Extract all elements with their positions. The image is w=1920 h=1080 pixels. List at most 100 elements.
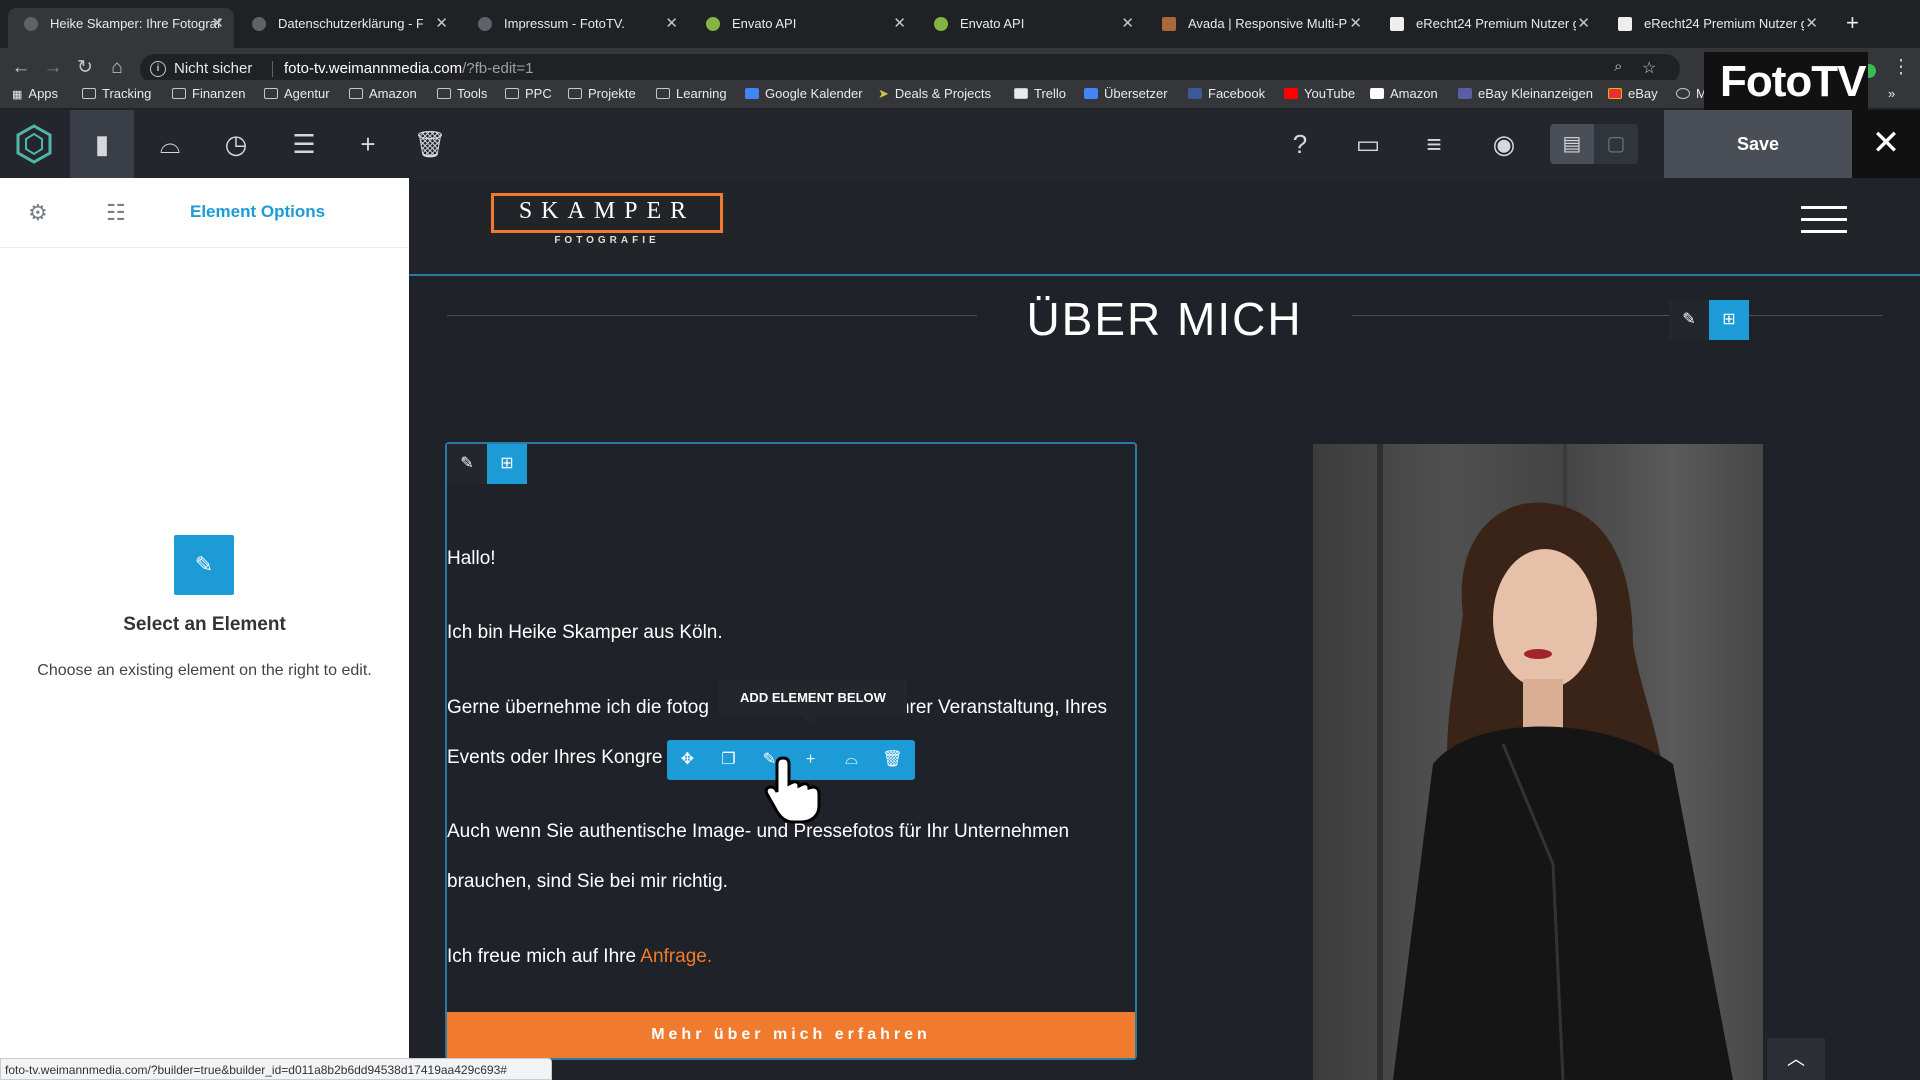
reload-icon[interactable]: ↻ <box>72 56 98 80</box>
amazon-icon <box>1370 88 1384 99</box>
bookmark-tools[interactable]: Tools <box>437 86 487 101</box>
tab-datenschutz[interactable]: Datenschutzerklärung - Foto✕ <box>236 8 458 48</box>
close-tab-icon[interactable]: ✕ <box>893 8 906 40</box>
tab-erecht24-1[interactable]: eRecht24 Premium Nutzer g ✕ <box>1374 8 1600 48</box>
zoom-icon[interactable]: ⌕ <box>1614 58 1622 75</box>
text-intro: Ich bin Heike Skamper aus Köln. <box>447 622 723 643</box>
forward-icon[interactable]: → <box>40 56 66 80</box>
bookmark-learning[interactable]: Learning <box>656 86 727 101</box>
home-icon[interactable]: ⌂ <box>104 56 130 80</box>
close-builder-icon[interactable]: ✕ <box>1852 110 1920 178</box>
add-icon[interactable]: + <box>338 110 398 178</box>
ebay-icon <box>1608 88 1622 99</box>
portrait-illustration <box>1377 444 1733 1080</box>
close-tab-icon[interactable]: ✕ <box>435 8 448 40</box>
clone-icon[interactable]: ❐ <box>708 740 749 780</box>
add-container-icon[interactable]: ⊞ <box>1709 300 1749 340</box>
tab-envato-api-2[interactable]: Envato API ✕ <box>918 8 1144 48</box>
bookmark-finanzen[interactable]: Finanzen <box>172 86 245 101</box>
bookmark-ebay[interactable]: eBay <box>1608 86 1658 101</box>
site-header: SKAMPER FOTOGRAFIE <box>409 178 1920 276</box>
builder-logo-icon[interactable] <box>4 110 64 178</box>
tab-erecht24-2[interactable]: eRecht24 Premium Nutzer g ✕ <box>1602 8 1828 48</box>
close-tab-icon[interactable]: ✕ <box>665 8 678 40</box>
envato-leaf-icon <box>706 17 720 31</box>
bookmarks-bar: ▦ Apps Tracking Finanzen Agentur Amazon T… <box>0 80 1920 108</box>
bookmark-tracking[interactable]: Tracking <box>82 86 151 101</box>
bookmark-youtube[interactable]: YouTube <box>1284 86 1355 101</box>
folder-icon <box>264 88 278 99</box>
settings-toggle-icon[interactable]: ☰ <box>274 110 334 178</box>
bookmark-ebay-kleinanzeigen[interactable]: eBay Kleinanzeigen <box>1458 86 1593 101</box>
tab-heike-skamper[interactable]: Heike Skamper: Ihre Fotograf ✕ <box>8 8 234 48</box>
more-bookmarks-icon[interactable]: » <box>1888 86 1895 101</box>
bookmark-ppc[interactable]: PPC <box>505 86 552 101</box>
close-tab-icon[interactable]: ✕ <box>1349 8 1362 40</box>
envato-leaf-icon <box>934 17 948 31</box>
scroll-to-top-icon[interactable]: ︿ <box>1767 1038 1825 1080</box>
about-more-button[interactable]: Mehr über mich erfahren <box>447 1012 1135 1058</box>
anfrage-link[interactable]: Anfrage. <box>640 946 712 967</box>
move-icon[interactable]: ✥ <box>667 740 708 780</box>
edit-column-pencil-icon[interactable]: ✎ <box>447 444 487 484</box>
history-icon[interactable]: ◷ <box>206 110 266 178</box>
security-label: Nicht sicher <box>174 60 253 77</box>
preview-eye-icon[interactable]: ◉ <box>1474 110 1534 178</box>
tab-envato-api-1[interactable]: Envato API ✕ <box>690 8 916 48</box>
save-button[interactable]: Save <box>1664 110 1852 178</box>
site-logo[interactable]: SKAMPER <box>491 193 723 233</box>
info-icon[interactable]: i <box>150 61 166 77</box>
folder-icon <box>505 88 519 99</box>
url-text: foto-tv.weimannmedia.com/?fb-edit=1 <box>284 60 534 77</box>
help-icon[interactable]: ? <box>1270 110 1330 178</box>
bookmark-agentur[interactable]: Agentur <box>264 86 330 101</box>
edit-row-pencil-icon[interactable]: ✎ <box>1669 300 1709 340</box>
text-greeting: Hallo! <box>447 548 496 569</box>
bookmark-facebook[interactable]: Facebook <box>1188 86 1265 101</box>
close-tab-icon[interactable]: ✕ <box>1577 8 1590 40</box>
close-tab-icon[interactable]: ✕ <box>211 8 224 40</box>
bookmark-star-icon[interactable]: ☆ <box>1642 58 1656 78</box>
tab-element-options[interactable]: Element Options <box>190 202 325 222</box>
back-icon[interactable]: ← <box>8 56 34 80</box>
gear-icon[interactable]: ⚙ <box>28 200 48 226</box>
select-element-title: Select an Element <box>123 614 286 635</box>
bookmark-google-kalender[interactable]: Google Kalender <box>745 86 863 101</box>
site-logo-subtitle: FOTOGRAFIE <box>554 235 660 246</box>
tab-avada[interactable]: Avada | Responsive Multi-Pu ✕ <box>1146 8 1372 48</box>
bookmark-amazon-folder[interactable]: Amazon <box>349 86 417 101</box>
bookmark-uebersetzer[interactable]: Übersetzer <box>1084 86 1168 101</box>
bookmark-amazon[interactable]: Amazon <box>1370 86 1438 101</box>
translate-icon <box>1084 88 1098 99</box>
globe-icon <box>478 17 492 31</box>
bookmark-deals-projects[interactable]: ➤ Deals & Projects <box>878 86 991 102</box>
template-icon[interactable]: ▢ <box>1594 124 1638 164</box>
close-tab-icon[interactable]: ✕ <box>1805 8 1818 40</box>
new-tab-icon[interactable]: + <box>1846 10 1859 36</box>
bookmark-m[interactable]: M <box>1676 86 1707 101</box>
trash-icon[interactable]: 🗑 <box>400 110 460 178</box>
bookmark-apps[interactable]: ▦ Apps <box>12 86 58 101</box>
library-icon[interactable]: ⌓ <box>140 110 200 178</box>
bookmark-projekte[interactable]: Projekte <box>568 86 636 101</box>
add-element-below-tooltip: ADD ELEMENT BELOW <box>719 680 907 724</box>
bookmark-trello[interactable]: Trello <box>1014 86 1066 101</box>
save-to-library-icon[interactable]: ⌓ <box>831 740 872 780</box>
divider <box>272 61 273 77</box>
add-column-icon[interactable]: ⊞ <box>487 444 527 484</box>
close-tab-icon[interactable]: ✕ <box>1121 8 1134 40</box>
browser-tab-strip: Heike Skamper: Ihre Fotograf ✕ Datenschut… <box>0 0 1920 48</box>
delete-element-icon[interactable]: 🗑 <box>872 740 913 780</box>
tab-impressum[interactable]: Impressum - FotoTV. ✕ <box>462 8 688 48</box>
text-line-4: brauchen, sind Sie bei mir richtig. <box>447 871 728 892</box>
layers-icon[interactable]: ≡ <box>1404 110 1464 178</box>
hamburger-menu-icon[interactable] <box>1801 206 1847 234</box>
desktop-preview-icon[interactable]: ▭ <box>1338 110 1398 178</box>
folder-icon <box>82 88 96 99</box>
sidebar-toggle-icon[interactable]: ▮ <box>70 110 134 178</box>
folder-icon <box>172 88 186 99</box>
panel-tabs: ⚙ ☷ Element Options <box>0 178 409 248</box>
menu-dots-icon[interactable]: ⋮ <box>1888 56 1914 80</box>
page-icon[interactable]: ▤ <box>1550 124 1594 164</box>
sliders-icon[interactable]: ☷ <box>106 200 126 226</box>
